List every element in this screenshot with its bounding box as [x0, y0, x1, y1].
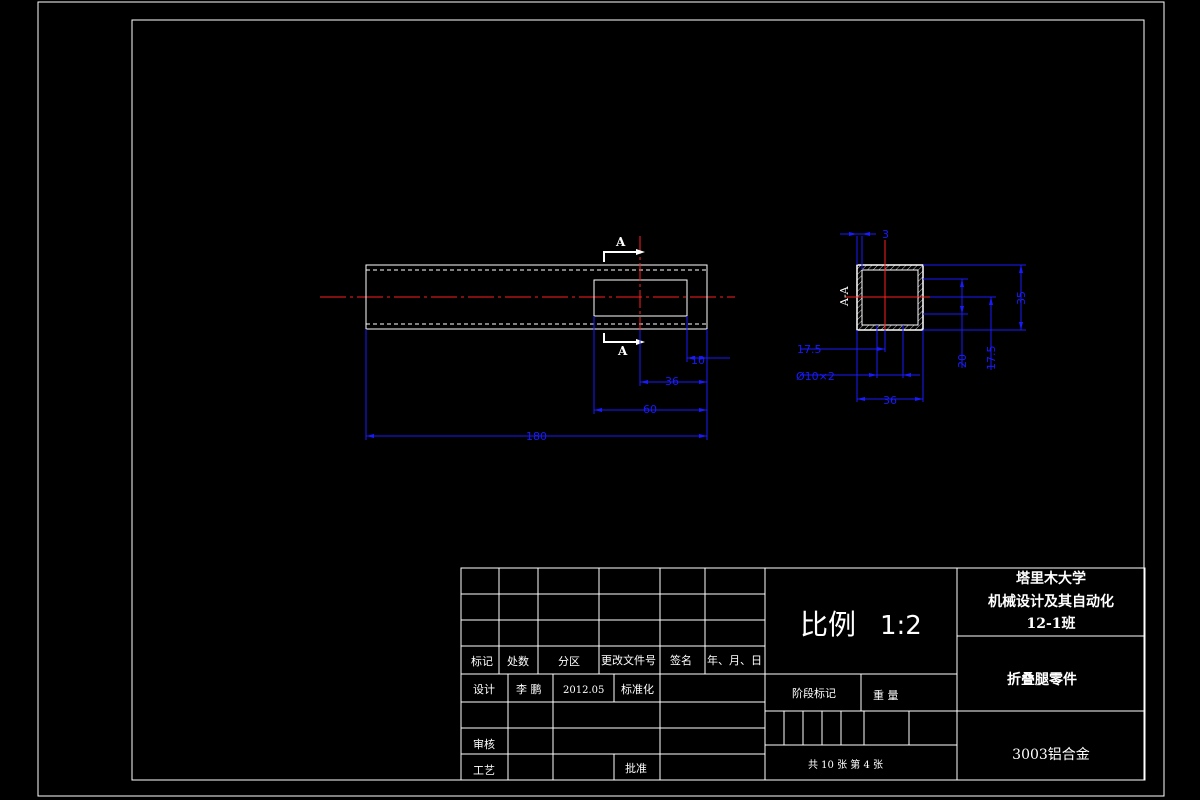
stage-mark-label: 阶段标记 — [792, 686, 836, 700]
dim-hole: Ø10×2 — [796, 370, 835, 383]
dim-60: 60 — [643, 403, 657, 416]
hdr-count: 处数 — [507, 655, 529, 668]
dim-180: 180 — [526, 430, 547, 443]
review-label: 审核 — [473, 737, 495, 751]
dim-17-5-left: 17.5 — [797, 343, 822, 356]
dim-36: 36 — [665, 375, 679, 388]
dim-36-bottom: 36 — [883, 394, 897, 407]
hdr-date: 年、月、日 — [707, 653, 762, 667]
dim-3: 3 — [882, 228, 889, 241]
dim-17-5-right: 17.5 — [985, 346, 998, 371]
section-arrow-bottom — [603, 333, 636, 343]
section-dimension-arrows — [849, 232, 1023, 401]
dim-10: 10 — [691, 354, 705, 367]
dim-20: 20 — [956, 354, 969, 368]
dim-35: 35 — [1015, 291, 1028, 305]
front-view: A A 10 36 60 180 — [320, 235, 735, 443]
part-name: 折叠腿零件 — [1007, 671, 1077, 688]
hdr-mark: 标记 — [471, 654, 493, 668]
section-view-label: A-A — [838, 285, 851, 307]
hdr-zone: 分区 — [558, 655, 580, 668]
university-name: 塔里木大学 — [1016, 570, 1086, 587]
process-label: 工艺 — [473, 764, 495, 777]
section-arrow-top — [603, 251, 636, 262]
scale-label: 比例 — [800, 608, 856, 641]
major-name: 机械设计及其自动化 — [988, 593, 1114, 610]
outer-border — [37, 1, 1165, 797]
designer-name: 李 鹏 — [516, 682, 542, 696]
cad-drawing-canvas: A A 10 36 60 180 A-A 3 35 17.5 20 17.5 Ø… — [37, 1, 1165, 797]
hdr-signature: 签名 — [670, 653, 692, 667]
section-label-top: A — [615, 235, 626, 249]
section-view: A-A 3 35 17.5 20 17.5 Ø10×2 36 — [796, 228, 1028, 407]
front-dimension-arrows — [366, 356, 707, 438]
scale-value: 1:2 — [880, 611, 922, 641]
design-label: 设计 — [473, 683, 495, 696]
hdr-change-doc: 更改文件号 — [601, 653, 656, 667]
standardize-label: 标准化 — [621, 682, 654, 696]
approve-label: 批准 — [625, 761, 647, 775]
sheet-count: 共 10 张 第 4 张 — [808, 758, 883, 771]
weight-label: 重 量 — [873, 688, 899, 702]
class-name: 12-1班 — [1026, 615, 1075, 632]
design-date: 2012.05 — [563, 685, 604, 696]
section-label-bottom: A — [617, 344, 628, 358]
material-name: 3003铝合金 — [1012, 747, 1090, 763]
